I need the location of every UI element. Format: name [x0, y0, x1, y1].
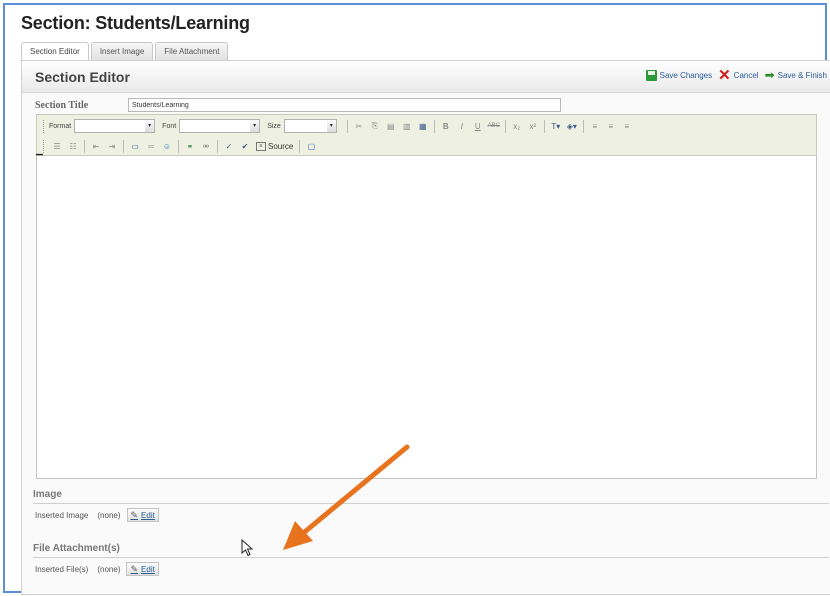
section-title-row: Section Title	[35, 98, 561, 112]
size-combo[interactable]	[283, 119, 328, 133]
save-finish-label: Save & Finish	[777, 71, 827, 80]
edit-files-label: Edit	[141, 564, 155, 574]
maximize-icon[interactable]: ▢	[304, 139, 318, 153]
paste-text-icon[interactable]: ▥	[400, 119, 414, 133]
size-label: Size	[267, 122, 281, 130]
section-title-label: Section Title	[35, 99, 89, 111]
align-right-icon[interactable]: ≡	[620, 119, 634, 133]
toolbar-separator	[346, 119, 348, 133]
tab-section-editor[interactable]: Section Editor	[21, 42, 89, 60]
toolbar-separator	[433, 119, 435, 133]
toolbar-separator	[582, 119, 584, 133]
annotation-arrow-icon	[283, 444, 410, 550]
edit-image-label: Edit	[141, 510, 155, 520]
toolbar-separator	[217, 139, 218, 153]
source-icon: ≡	[256, 141, 266, 151]
edit-files-button[interactable]: ✎ Edit	[126, 562, 159, 576]
subscript-icon[interactable]: x₂	[510, 119, 524, 133]
inserted-image-value: (none)	[97, 510, 121, 520]
cancel-x-icon: ✕	[718, 67, 731, 84]
rich-text-toolbar: Format ▾ Font ▾ Size ▾ ✂ ⎘ ▤ ▥ ▦ B I U A…	[36, 114, 817, 156]
page-title: Section: Students/Learning	[21, 13, 250, 33]
toolbar-grip	[43, 139, 45, 153]
size-dropdown-arrow-icon[interactable]: ▾	[326, 119, 337, 133]
toolbar-separator	[84, 139, 85, 153]
spell-check-abc-icon[interactable]: ✔	[238, 139, 252, 153]
source-label: Source	[268, 141, 294, 151]
panel-header: Section Editor Save Changes ✕ Cancel ➡ S…	[22, 61, 830, 93]
font-dropdown-arrow-icon[interactable]: ▾	[250, 119, 261, 133]
source-button[interactable]: ≡ Source	[256, 141, 294, 151]
superscript-icon[interactable]: x²	[526, 119, 540, 133]
unlink-icon[interactable]: ⚮	[199, 139, 213, 153]
smiley-icon[interactable]: ☺	[160, 139, 174, 153]
inserted-image-row: Inserted Image (none) ✎ Edit	[35, 508, 159, 522]
cancel-label: Cancel	[733, 71, 759, 80]
italic-icon[interactable]: I	[455, 119, 469, 133]
inserted-files-value: (none)	[97, 564, 121, 574]
numbered-list-icon[interactable]: ☰	[50, 139, 64, 153]
outdent-icon[interactable]: ⇤	[89, 139, 103, 153]
toolbar-separator	[178, 139, 179, 153]
image-section-divider	[33, 503, 829, 504]
link-icon[interactable]: ⚭	[183, 139, 197, 153]
underline-icon[interactable]: U	[471, 119, 485, 133]
format-label: Format	[49, 122, 72, 130]
pencil-icon: ✎	[130, 509, 139, 520]
toolbar-row-2: ☰ ☷ ⇤ ⇥ ▭ ═ ☺ ⚭ ⚮ ✓ ✔ ≡ Source ▢	[37, 136, 319, 156]
toolbar-separator	[123, 139, 124, 153]
inserted-files-label: Inserted File(s)	[35, 564, 89, 574]
font-combo[interactable]	[179, 119, 252, 133]
indent-icon[interactable]: ⇥	[105, 139, 119, 153]
tab-bar: Section Editor Insert Image File Attachm…	[21, 42, 229, 60]
section-editor-panel: Section Editor Save Changes ✕ Cancel ➡ S…	[21, 60, 830, 595]
font-label: Font	[162, 122, 177, 130]
toolbar-separator	[543, 119, 545, 133]
inserted-files-row: Inserted File(s) (none) ✎ Edit	[35, 562, 159, 576]
toolbar-separator	[299, 139, 301, 153]
toolbar-grip	[43, 119, 45, 133]
table-icon[interactable]: ▭	[128, 139, 142, 153]
toolbar-row-1: Format ▾ Font ▾ Size ▾ ✂ ⎘ ▤ ▥ ▦ B I U A…	[37, 116, 635, 136]
edit-image-button[interactable]: ✎ Edit	[126, 508, 159, 522]
file-section-divider	[33, 557, 829, 558]
format-combo[interactable]	[74, 119, 147, 133]
inserted-image-label: Inserted Image	[35, 510, 89, 520]
text-color-icon[interactable]: T▾	[549, 119, 563, 133]
image-section-heading: Image	[33, 489, 62, 500]
format-dropdown-arrow-icon[interactable]: ▾	[145, 119, 156, 133]
toolbar-separator	[504, 119, 506, 133]
tab-file-attachment[interactable]: File Attachment	[155, 42, 229, 60]
horizontal-rule-icon[interactable]: ═	[144, 139, 158, 153]
save-changes-button[interactable]: Save Changes	[645, 70, 713, 81]
save-finish-arrow-icon: ➡	[764, 68, 775, 82]
spell-check-icon[interactable]: ✓	[222, 139, 236, 153]
cancel-button[interactable]: ✕ Cancel	[718, 67, 759, 84]
paste-icon[interactable]: ▤	[384, 119, 398, 133]
action-bar: Save Changes ✕ Cancel ➡ Save & Finish	[645, 67, 827, 84]
save-changes-label: Save Changes	[659, 71, 713, 80]
window-frame: Section: Students/Learning Section Edito…	[3, 3, 830, 595]
paste-word-icon[interactable]: ▦	[416, 119, 430, 133]
copy-icon[interactable]: ⎘	[368, 119, 382, 133]
strikethrough-icon[interactable]: ABC	[487, 119, 501, 133]
section-title-input[interactable]	[128, 98, 561, 112]
align-center-icon[interactable]: ≡	[604, 119, 618, 133]
section-editor-heading: Section Editor	[35, 69, 130, 85]
save-disk-icon	[645, 70, 657, 81]
cut-icon[interactable]: ✂	[352, 119, 366, 133]
mouse-pointer-icon	[241, 539, 254, 557]
toolbar-collapse-icon[interactable]: ▁	[36, 145, 43, 156]
editor-content-area[interactable]	[36, 156, 817, 479]
save-finish-button[interactable]: ➡ Save & Finish	[764, 68, 827, 82]
pencil-icon: ✎	[130, 563, 139, 574]
align-left-icon[interactable]: ≡	[588, 119, 602, 133]
bg-color-icon[interactable]: ◈▾	[565, 119, 579, 133]
bold-icon[interactable]: B	[439, 119, 453, 133]
file-attachment-heading: File Attachment(s)	[33, 543, 120, 554]
bulleted-list-icon[interactable]: ☷	[66, 139, 80, 153]
tab-insert-image[interactable]: Insert Image	[90, 42, 154, 60]
